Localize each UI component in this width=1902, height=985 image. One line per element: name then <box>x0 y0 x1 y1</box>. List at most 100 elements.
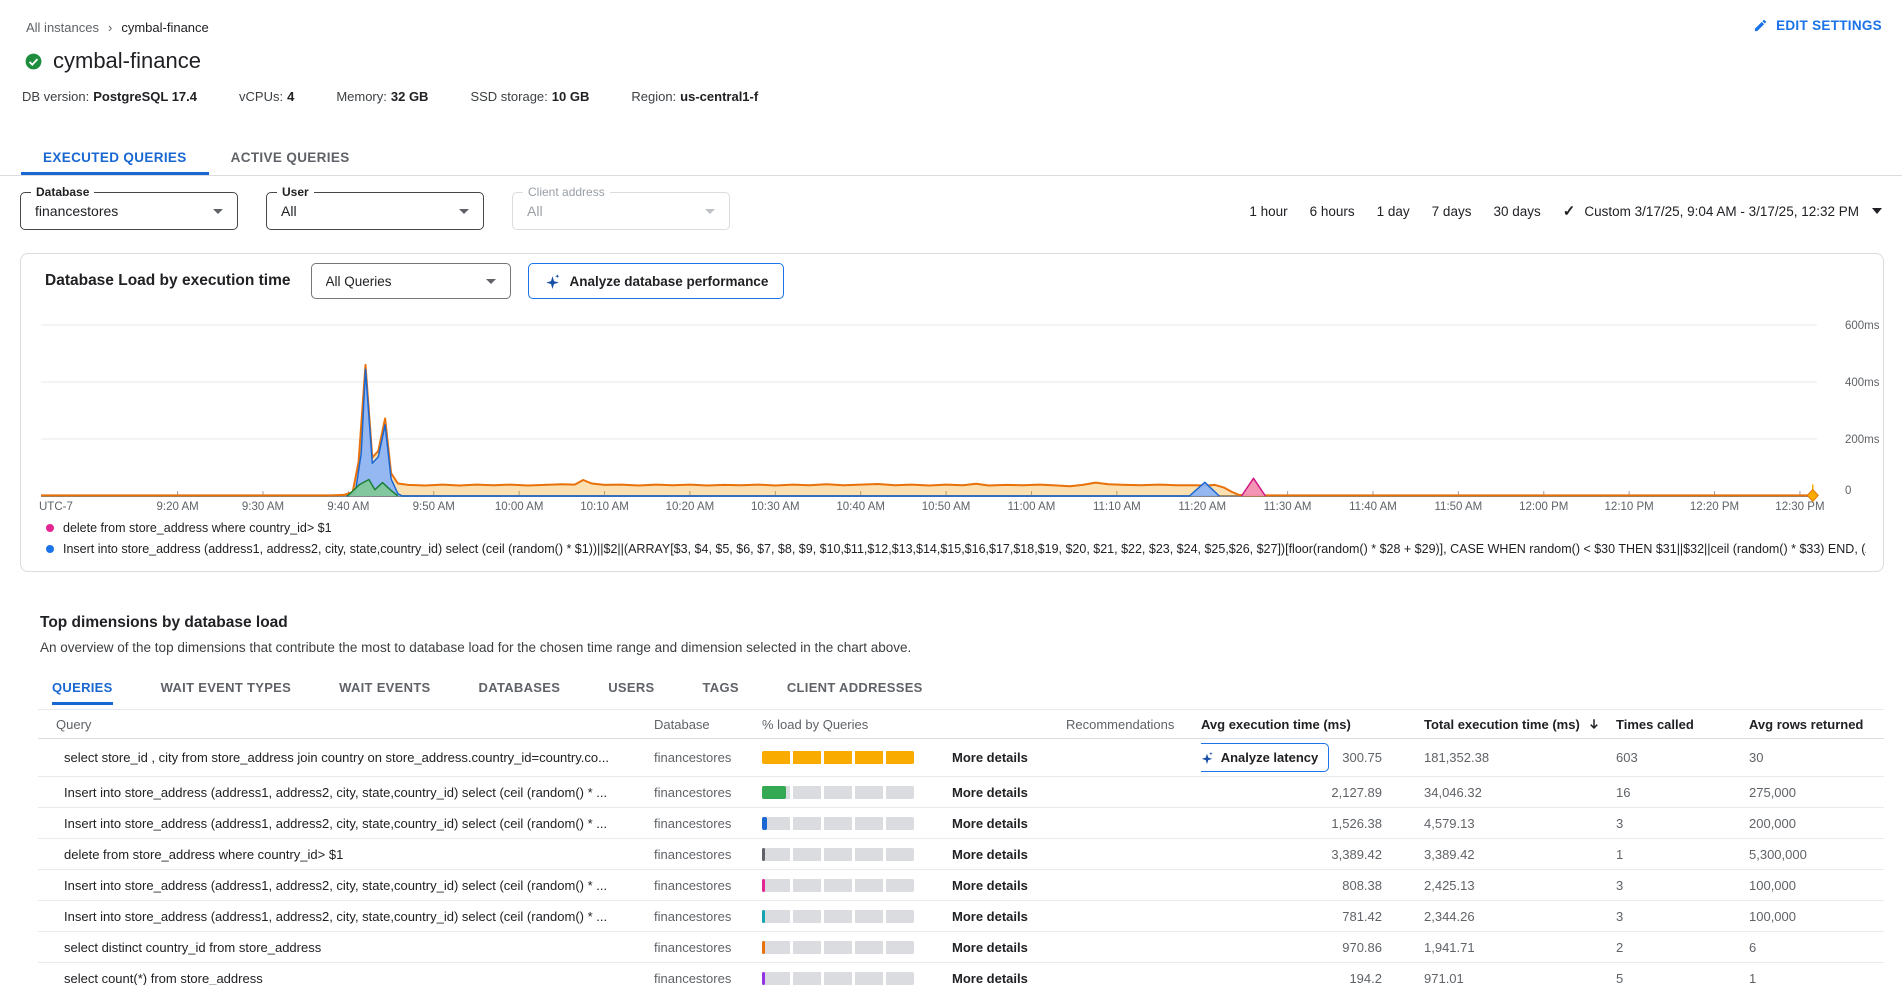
chevron-down-icon <box>459 209 469 214</box>
avg-execution-time-value: 781.42 <box>1342 909 1382 924</box>
times-called-value: 1 <box>1616 847 1749 862</box>
svg-text:600ms: 600ms <box>1845 320 1880 332</box>
breadcrumb-current: cymbal-finance <box>121 20 208 35</box>
dim-tab-wait-events[interactable]: WAIT EVENTS <box>339 675 430 705</box>
total-execution-time-value: 3,389.42 <box>1400 847 1616 862</box>
load-bar <box>762 786 912 799</box>
dim-tab-client-addresses[interactable]: CLIENT ADDRESSES <box>787 675 923 705</box>
meta-item: DB version:PostgreSQL 17.4 <box>22 89 197 104</box>
dimension-tabs: QUERIES WAIT EVENT TYPES WAIT EVENTS DATABA… <box>52 675 1902 705</box>
svg-text:12:00 PM: 12:00 PM <box>1519 501 1568 513</box>
dim-tab-users[interactable]: USERS <box>608 675 654 705</box>
client-address-filter-label: Client address <box>523 185 610 199</box>
svg-text:9:20 AM: 9:20 AM <box>157 501 199 513</box>
col-avg-rows-returned[interactable]: Avg rows returned <box>1749 717 1884 732</box>
database-cell: financestores <box>654 847 762 862</box>
query-cell: Insert into store_address (address1, add… <box>38 909 654 924</box>
load-bar <box>762 817 912 830</box>
load-cell <box>762 848 948 861</box>
load-bar <box>762 941 912 954</box>
load-cell <box>762 786 948 799</box>
breadcrumb-all-instances[interactable]: All instances <box>26 20 99 35</box>
query-cell: Insert into store_address (address1, add… <box>38 816 654 831</box>
more-details-link[interactable]: More details <box>952 785 1028 800</box>
time-preset-7-days[interactable]: 7 days <box>1432 204 1472 219</box>
query-cell: Insert into store_address (address1, add… <box>38 878 654 893</box>
col-avg-execution-time[interactable]: Avg execution time (ms) <box>1201 717 1400 732</box>
avg-rows-returned-value: 100,000 <box>1749 878 1884 893</box>
tab-executed-queries[interactable]: EXECUTED QUERIES <box>21 141 209 175</box>
time-preset-1-day[interactable]: 1 day <box>1377 204 1410 219</box>
query-dimension-select[interactable]: All Queries <box>311 263 511 299</box>
load-bar <box>762 751 912 764</box>
gemini-spark-icon <box>544 273 561 290</box>
table-row: select count(*) from store_addressfinanc… <box>38 963 1884 985</box>
col-times-called[interactable]: Times called <box>1616 717 1749 732</box>
svg-text:11:10 AM: 11:10 AM <box>1093 501 1141 513</box>
database-load-card: Database Load by execution time All Quer… <box>20 253 1884 572</box>
edit-settings-button[interactable]: EDIT SETTINGS <box>1753 18 1882 33</box>
database-filter-select[interactable]: Database financestores <box>20 192 238 230</box>
svg-text:10:10 AM: 10:10 AM <box>580 501 629 513</box>
col-total-execution-time[interactable]: Total execution time (ms) <box>1400 717 1616 732</box>
database-cell: financestores <box>654 940 762 955</box>
svg-text:12:30 PM: 12:30 PM <box>1775 501 1824 513</box>
total-execution-time-value: 1,941.71 <box>1400 940 1616 955</box>
custom-time-range[interactable]: ✓ Custom 3/17/25, 9:04 AM - 3/17/25, 12:… <box>1563 202 1882 220</box>
database-load-chart[interactable]: 9:20 AM9:30 AM9:40 AM9:50 AM10:00 AM10:1… <box>21 308 1883 515</box>
svg-text:11:00 AM: 11:00 AM <box>1008 501 1056 513</box>
svg-text:11:50 AM: 11:50 AM <box>1435 501 1483 513</box>
analyze-latency-button[interactable]: Analyze latency <box>1201 743 1329 772</box>
database-cell: financestores <box>654 816 762 831</box>
avg-rows-returned-value: 200,000 <box>1749 816 1884 831</box>
dim-tab-databases[interactable]: DATABASES <box>479 675 561 705</box>
times-called-value: 603 <box>1616 750 1749 765</box>
svg-text:400ms: 400ms <box>1845 377 1880 389</box>
more-details-link[interactable]: More details <box>952 971 1028 985</box>
user-filter-select[interactable]: User All <box>266 192 484 230</box>
chevron-down-icon <box>1872 208 1882 214</box>
more-details-link[interactable]: More details <box>952 816 1028 831</box>
dim-tab-wait-event-types[interactable]: WAIT EVENT TYPES <box>161 675 291 705</box>
main-tabs: EXECUTED QUERIES ACTIVE QUERIES <box>0 141 1902 176</box>
dim-tab-tags[interactable]: TAGS <box>703 675 739 705</box>
time-preset-1-hour[interactable]: 1 hour <box>1249 204 1287 219</box>
instance-header: cymbal-finance <box>24 48 1902 74</box>
more-details-link[interactable]: More details <box>952 940 1028 955</box>
chevron-down-icon <box>705 209 715 214</box>
more-details-link[interactable]: More details <box>952 847 1028 862</box>
gemini-spark-icon <box>1201 751 1214 765</box>
page-title: cymbal-finance <box>53 48 201 74</box>
top-dimensions-subtitle: An overview of the top dimensions that c… <box>40 640 1902 655</box>
svg-text:11:20 AM: 11:20 AM <box>1178 501 1226 513</box>
svg-text:10:40 AM: 10:40 AM <box>836 501 885 513</box>
tab-active-queries[interactable]: ACTIVE QUERIES <box>209 141 372 175</box>
load-cell <box>762 817 948 830</box>
more-details-link[interactable]: More details <box>952 909 1028 924</box>
time-preset-30-days[interactable]: 30 days <box>1493 204 1540 219</box>
col-database: Database <box>654 717 762 732</box>
times-called-value: 5 <box>1616 971 1749 985</box>
total-execution-time-value: 971.01 <box>1400 971 1616 985</box>
svg-text:11:30 AM: 11:30 AM <box>1264 501 1312 513</box>
more-details-link[interactable]: More details <box>952 878 1028 893</box>
dim-tab-queries[interactable]: QUERIES <box>52 675 113 705</box>
times-called-value: 3 <box>1616 816 1749 831</box>
query-cell: select count(*) from store_address <box>38 971 654 985</box>
load-cell <box>762 941 948 954</box>
chevron-down-icon <box>486 279 496 284</box>
database-cell: financestores <box>654 909 762 924</box>
load-bar <box>762 848 912 861</box>
legend-color-dot <box>46 524 54 532</box>
table-row: Insert into store_address (address1, add… <box>38 808 1884 839</box>
chevron-down-icon <box>213 209 223 214</box>
times-called-value: 16 <box>1616 785 1749 800</box>
query-cell: select store_id , city from store_addres… <box>38 750 654 765</box>
queries-table: Query Database % load by Queries Recomme… <box>38 709 1884 985</box>
client-address-filter-value: All <box>527 203 697 219</box>
meta-item: Region:us-central1-f <box>631 89 758 104</box>
time-preset-6-hours[interactable]: 6 hours <box>1310 204 1355 219</box>
avg-rows-returned-value: 30 <box>1749 750 1884 765</box>
more-details-link[interactable]: More details <box>952 750 1028 765</box>
analyze-database-performance-button[interactable]: Analyze database performance <box>528 263 785 299</box>
